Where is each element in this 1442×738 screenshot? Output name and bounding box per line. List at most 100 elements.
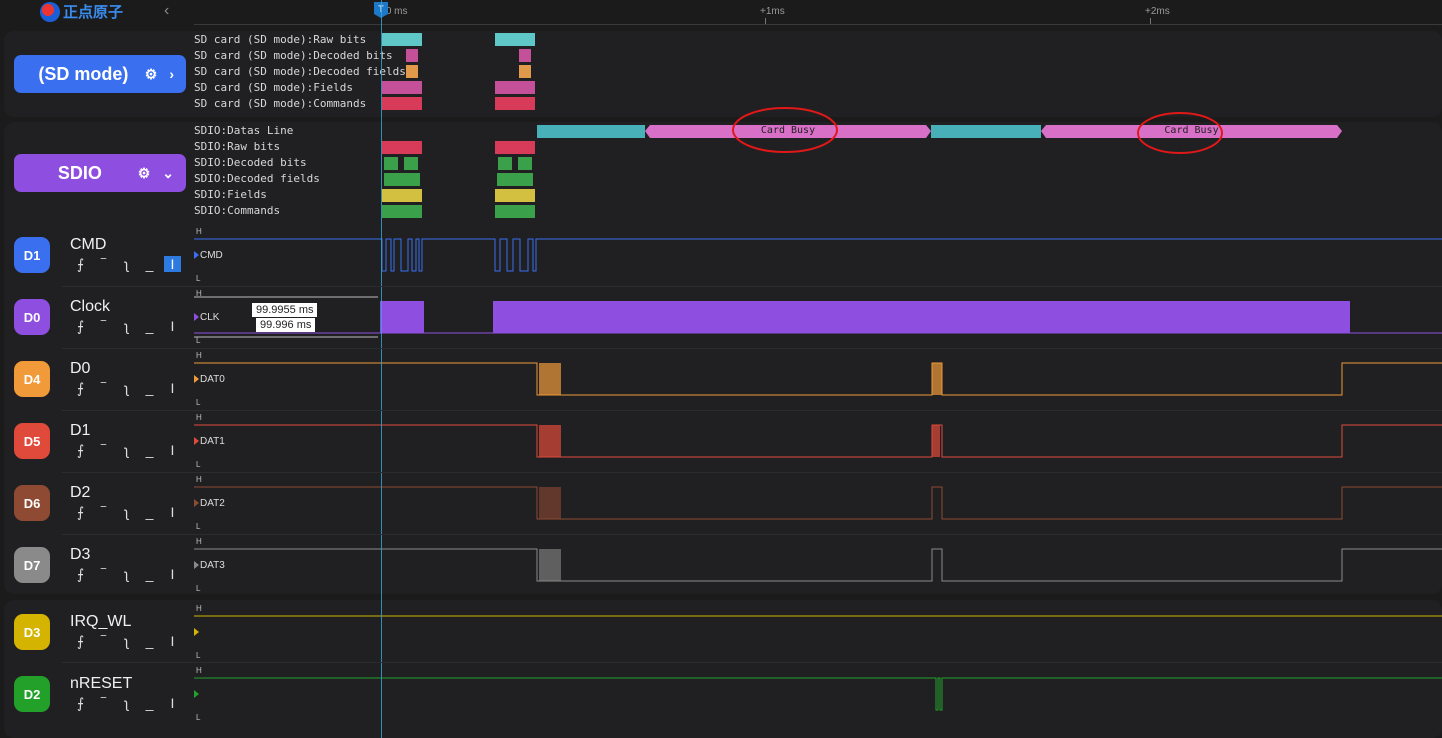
sdio-commands-block xyxy=(495,205,535,218)
channel-badge[interactable]: D1 xyxy=(14,237,50,273)
falling-edge-icon[interactable]: ʅ xyxy=(118,256,135,272)
rising-edge-icon[interactable]: ⨍ xyxy=(72,633,89,649)
trigger-options: ⨍ ‾ ʅ _ I xyxy=(72,504,181,520)
sd-decoder-blocks xyxy=(382,33,535,110)
high-level-icon[interactable]: ‾ xyxy=(95,695,112,711)
channel-badge[interactable]: D0 xyxy=(14,299,50,335)
sd-commands-block xyxy=(382,97,422,110)
falling-edge-icon[interactable]: ʅ xyxy=(118,504,135,520)
high-level-icon[interactable]: ‾ xyxy=(95,380,112,396)
level-low: L xyxy=(196,460,201,469)
low-level-icon[interactable]: _ xyxy=(141,504,158,520)
high-level-icon[interactable]: ‾ xyxy=(95,256,112,272)
level-high: H xyxy=(196,227,202,236)
level-high: H xyxy=(196,413,202,422)
level-high: H xyxy=(196,351,202,360)
any-edge-icon[interactable]: I xyxy=(164,695,181,711)
level-high: H xyxy=(196,604,202,613)
time-cursor[interactable] xyxy=(381,0,382,738)
sdio-decoded-bits-block xyxy=(518,157,532,170)
falling-edge-icon[interactable]: ʅ xyxy=(118,318,135,334)
clk-burst xyxy=(493,301,1350,333)
low-level-icon[interactable]: _ xyxy=(141,256,158,272)
channel-badge[interactable]: D2 xyxy=(14,676,50,712)
sd-decoded-bits-block xyxy=(406,49,418,62)
sdio-fields-block xyxy=(495,189,535,202)
level-high: H xyxy=(196,289,202,298)
channel-name: CMD xyxy=(70,236,107,253)
level-low: L xyxy=(196,398,201,407)
low-level-icon[interactable]: _ xyxy=(141,695,158,711)
any-edge-icon[interactable]: I xyxy=(164,380,181,396)
high-level-icon[interactable]: ‾ xyxy=(95,318,112,334)
row-separator xyxy=(62,410,1442,411)
low-level-icon[interactable]: _ xyxy=(141,380,158,396)
any-edge-icon[interactable]: I xyxy=(164,633,181,649)
signal-label: CLK xyxy=(200,312,220,323)
falling-edge-icon[interactable]: ʅ xyxy=(118,633,135,649)
high-level-icon[interactable]: ‾ xyxy=(95,504,112,520)
trigger-options: ⨍ ‾ ʅ _ I xyxy=(72,380,181,396)
channel-name: nRESET xyxy=(70,675,133,692)
channel-badge[interactable]: D7 xyxy=(14,547,50,583)
rising-edge-icon[interactable]: ⨍ xyxy=(72,695,89,711)
sdio-commands-block xyxy=(382,205,422,218)
low-level-icon[interactable]: _ xyxy=(141,566,158,582)
sdio-raw-bits-block xyxy=(382,141,422,154)
channel-badge[interactable]: D3 xyxy=(14,614,50,650)
sdio-decoder-blocks xyxy=(382,125,1342,218)
high-level-icon[interactable]: ‾ xyxy=(95,633,112,649)
rising-edge-icon[interactable]: ⨍ xyxy=(72,442,89,458)
dat0-burst xyxy=(539,363,561,395)
waveform-canvas[interactable] xyxy=(0,0,1442,738)
row-separator xyxy=(62,348,1442,349)
high-level-icon[interactable]: ‾ xyxy=(95,566,112,582)
level-low: L xyxy=(196,584,201,593)
signal-label: CMD xyxy=(200,250,223,261)
rising-edge-icon[interactable]: ⨍ xyxy=(72,380,89,396)
sdio-decoded-bits-block xyxy=(498,157,512,170)
level-high: H xyxy=(196,537,202,546)
channel-name: D3 xyxy=(70,546,91,563)
signal-label: DAT1 xyxy=(200,436,225,447)
any-edge-icon[interactable]: I xyxy=(164,256,181,272)
signal-label: DAT2 xyxy=(200,498,225,509)
sdio-raw-bits-block xyxy=(495,141,535,154)
signal-label: DAT3 xyxy=(200,560,225,571)
sd-raw-bits-block xyxy=(495,33,535,46)
any-edge-icon[interactable]: I xyxy=(164,504,181,520)
channel-badge[interactable]: D6 xyxy=(14,485,50,521)
falling-edge-icon[interactable]: ʅ xyxy=(118,695,135,711)
trigger-options: ⨍ ‾ ʅ _ I xyxy=(72,566,181,582)
sdio-datas-block xyxy=(931,125,1041,138)
high-level-icon[interactable]: ‾ xyxy=(95,442,112,458)
channel-name: IRQ_WL xyxy=(70,613,132,630)
rising-edge-icon[interactable]: ⨍ xyxy=(72,566,89,582)
rising-edge-icon[interactable]: ⨍ xyxy=(72,318,89,334)
channel-badge[interactable]: D4 xyxy=(14,361,50,397)
rising-edge-icon[interactable]: ⨍ xyxy=(72,504,89,520)
dat0-burst xyxy=(932,363,942,395)
any-edge-icon[interactable]: I xyxy=(164,566,181,582)
any-edge-icon[interactable]: I xyxy=(164,442,181,458)
sdio-fields-block xyxy=(382,189,422,202)
clk-burst xyxy=(380,301,424,333)
channel-badge[interactable]: D5 xyxy=(14,423,50,459)
low-level-icon[interactable]: _ xyxy=(141,633,158,649)
channel-name: Clock xyxy=(70,298,111,315)
level-low: L xyxy=(196,336,201,345)
sd-commands-block xyxy=(495,97,535,110)
rising-edge-icon[interactable]: ⨍ xyxy=(72,256,89,272)
any-edge-icon[interactable]: I xyxy=(164,318,181,334)
falling-edge-icon[interactable]: ʅ xyxy=(118,380,135,396)
sd-fields-block xyxy=(382,81,422,94)
low-level-icon[interactable]: _ xyxy=(141,318,158,334)
level-low: L xyxy=(196,651,201,660)
low-level-icon[interactable]: _ xyxy=(141,442,158,458)
sdio-decoded-bits-block xyxy=(384,157,398,170)
card-busy-label: Card Busy xyxy=(760,125,816,136)
sdio-datas-block xyxy=(537,125,645,138)
falling-edge-icon[interactable]: ʅ xyxy=(118,442,135,458)
falling-edge-icon[interactable]: ʅ xyxy=(118,566,135,582)
level-low: L xyxy=(196,713,201,722)
